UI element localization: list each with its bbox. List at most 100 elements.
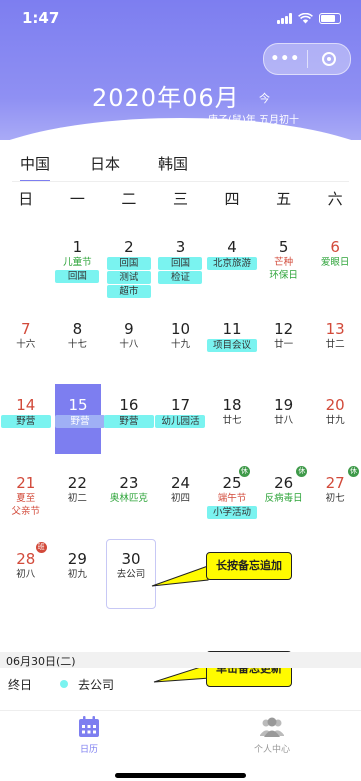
- day-cell[interactable]: 10 十九: [155, 314, 207, 390]
- day-cell[interactable]: 21 夏至 父亲节: [0, 468, 52, 544]
- day-number: 18: [222, 396, 242, 414]
- today-button[interactable]: 今: [259, 90, 270, 106]
- weekday-thu: 四: [224, 190, 240, 208]
- day-number: 7: [21, 320, 31, 338]
- day-cell[interactable]: 6 爱眼日: [309, 232, 361, 308]
- day-cell[interactable]: 7 十六: [0, 314, 52, 390]
- signal-icon: [277, 13, 292, 24]
- day-solar-term: 夏至: [16, 493, 36, 504]
- day-cell[interactable]: 17 幼儿园活: [155, 390, 207, 466]
- day-number: 25: [222, 474, 242, 492]
- day-festival: 环保日: [269, 270, 298, 281]
- day-lunar: 廿九: [325, 415, 345, 426]
- memo-tag[interactable]: 测试: [106, 271, 151, 284]
- day-cell[interactable]: 14 野营: [0, 390, 52, 466]
- day-festival: 反病毒日: [264, 493, 303, 504]
- day-cell[interactable]: 休 27 初七: [309, 466, 361, 544]
- memo-tag[interactable]: 回国: [55, 270, 100, 283]
- tab-calendar[interactable]: 日历: [49, 715, 129, 755]
- status-icons: [277, 13, 341, 24]
- weekday-tue: 二: [121, 190, 137, 208]
- header: 1:47 ••• 2020年06月 今 庚子(鼠)年 五月初十: [0, 0, 361, 140]
- day-cell[interactable]: 休 25 端午节 小学活动: [206, 466, 258, 544]
- day-lunar: 十六: [16, 339, 36, 350]
- day-number: 12: [274, 320, 294, 338]
- day-number: 3: [175, 238, 186, 256]
- day-cell[interactable]: 3 回国 检证: [155, 232, 207, 308]
- mini-program-capsule[interactable]: •••: [263, 43, 351, 75]
- day-number: 10: [170, 320, 191, 338]
- day-cell[interactable]: 22 初二: [52, 468, 104, 544]
- day-cell[interactable]: 29 初九: [52, 544, 104, 620]
- day-cell[interactable]: 2 回国 测试 超市: [103, 232, 155, 308]
- day-cell[interactable]: 24 初四: [155, 468, 207, 544]
- tab-profile[interactable]: 个人中心: [232, 715, 312, 755]
- memo-tag[interactable]: 幼儿园活: [155, 415, 206, 428]
- day-cell[interactable]: 休 26 反病毒日: [258, 466, 310, 544]
- memo-tag[interactable]: 小学活动: [207, 506, 258, 519]
- weekday-sun: 日: [18, 190, 34, 208]
- day-cell[interactable]: 23 奥林匹克: [103, 468, 155, 544]
- tab-china[interactable]: 中国: [20, 153, 51, 182]
- day-memo-text[interactable]: 去公司: [107, 568, 155, 581]
- day-cell[interactable]: 4 北京旅游: [206, 232, 258, 308]
- day-festival: 爱眼日: [320, 257, 350, 268]
- tab-japan[interactable]: 日本: [90, 153, 120, 174]
- day-number: 5: [278, 238, 289, 256]
- close-icon[interactable]: [307, 52, 350, 66]
- status-bar: 1:47: [0, 0, 361, 40]
- memo-tag[interactable]: 野营: [55, 415, 105, 428]
- day-cell[interactable]: 18 廿七: [206, 390, 258, 466]
- day-number: 29: [67, 550, 87, 568]
- day-cell[interactable]: 13 廿二: [309, 314, 361, 390]
- event-color-dot: [60, 680, 68, 688]
- weekday-wed: 三: [172, 190, 188, 208]
- day-cell[interactable]: 11 项目会议: [206, 314, 258, 390]
- day-cell[interactable]: 16 野营: [103, 390, 155, 466]
- day-number: 2: [124, 238, 134, 256]
- people-icon: [260, 717, 284, 737]
- memo-tag[interactable]: 野营: [103, 415, 154, 428]
- memo-tag[interactable]: 检证: [158, 271, 203, 284]
- day-number: 1: [72, 238, 83, 256]
- day-festival: 端午节: [217, 493, 247, 504]
- memo-tag[interactable]: 超市: [106, 285, 151, 298]
- day-cell-today[interactable]: 30 去公司: [106, 539, 156, 609]
- tabs-divider: [12, 181, 349, 182]
- day-lunar: 十九: [170, 339, 190, 350]
- day-cell[interactable]: 19 廿八: [258, 390, 310, 466]
- event-title[interactable]: 去公司: [78, 676, 114, 693]
- day-festival: 儿童节: [63, 257, 92, 268]
- month-title[interactable]: 2020年06月: [92, 78, 240, 113]
- weekday-header: 日 一 二 三 四 五 六: [0, 188, 361, 209]
- memo-tag[interactable]: 北京旅游: [207, 257, 258, 270]
- header-wave: [0, 118, 361, 140]
- memo-tag[interactable]: 回国: [106, 257, 151, 270]
- day-lunar: 初四: [170, 493, 190, 504]
- more-icon[interactable]: •••: [264, 51, 307, 67]
- day-number: 23: [119, 474, 139, 492]
- memo-tag[interactable]: 回国: [158, 257, 203, 270]
- memo-tag[interactable]: 野营: [0, 415, 51, 428]
- tab-korea[interactable]: 韩国: [158, 153, 188, 174]
- day-cell[interactable]: 8 十七: [52, 314, 104, 390]
- all-day-label: 终日: [8, 678, 33, 692]
- long-press-tip: 长按备忘追加: [206, 552, 292, 580]
- day-lunar: 初九: [67, 569, 87, 580]
- memo-tag[interactable]: 项目会议: [207, 339, 258, 352]
- day-number: 8: [72, 320, 83, 338]
- bottom-tab-bar: 日历 个人中心: [0, 710, 361, 759]
- day-cell-selected[interactable]: 15 野营: [55, 384, 105, 454]
- selected-date-label: 06月30日(二): [6, 655, 76, 668]
- day-cell[interactable]: 5 芒种 环保日: [258, 232, 310, 308]
- day-festival: 奥林匹克: [109, 493, 148, 504]
- day-cell[interactable]: 12 廿一: [258, 314, 310, 390]
- day-cell[interactable]: 9 十八: [103, 314, 155, 390]
- day-number: 9: [124, 320, 134, 338]
- day-number: 22: [67, 474, 87, 492]
- day-cell[interactable]: 班 28 初八: [0, 542, 52, 620]
- day-cell[interactable]: 20 廿九: [309, 390, 361, 466]
- day-cell[interactable]: 1 儿童节 回国: [52, 232, 104, 308]
- weekday-sat: 六: [327, 190, 343, 208]
- day-festival: 父亲节: [11, 506, 41, 517]
